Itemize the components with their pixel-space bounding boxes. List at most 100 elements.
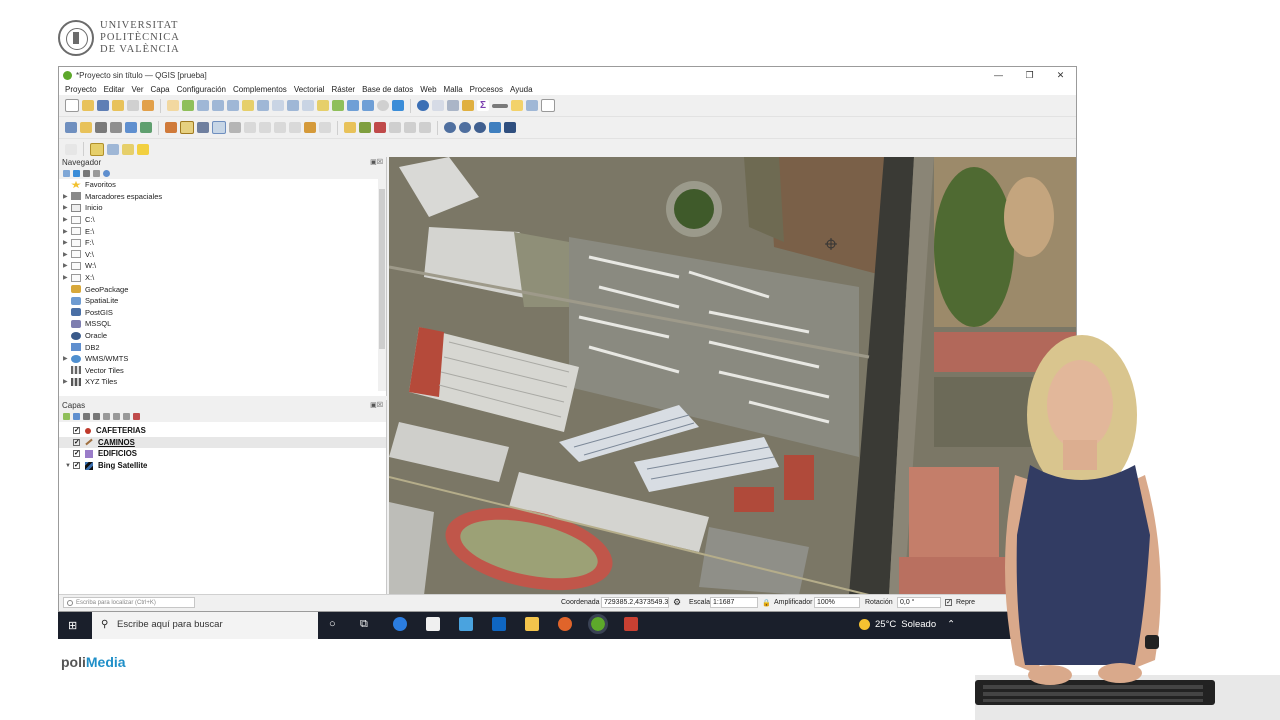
expand-arrow-icon[interactable]: ▶	[63, 262, 71, 269]
zoom-in-icon[interactable]	[197, 100, 209, 111]
select-by-value-icon[interactable]	[107, 143, 119, 155]
collapse-all-icon[interactable]	[123, 413, 130, 420]
layer-bing-satellite[interactable]: ▼ ✓ Bing Satellite	[59, 460, 386, 472]
navigator-item[interactable]: ▶ Marcadores espaciales	[59, 191, 386, 203]
navigator-item[interactable]: SpatiaLite	[59, 295, 386, 307]
digitize-with-segment-icon[interactable]	[212, 121, 226, 134]
menu-malla[interactable]: Malla	[444, 85, 463, 94]
expand-arrow-icon[interactable]: ▼	[65, 463, 73, 469]
layer-caminos[interactable]: ✓ CAMINOS	[59, 436, 386, 449]
expand-arrow-icon[interactable]: ▶	[63, 274, 71, 281]
paste-features-icon[interactable]	[289, 122, 301, 133]
pin-labels-icon[interactable]	[359, 122, 371, 133]
temporal-controller-icon[interactable]	[377, 100, 389, 111]
show-hide-labels-icon[interactable]	[374, 122, 386, 133]
microsoft-store-icon[interactable]	[426, 617, 440, 631]
expand-arrow-icon[interactable]: ▶	[63, 216, 71, 223]
menu-ver[interactable]: Ver	[131, 85, 143, 94]
scale-field[interactable]: 1:1687	[710, 597, 758, 608]
collapse-all-icon[interactable]	[93, 170, 100, 177]
zoom-out-icon[interactable]	[212, 100, 224, 111]
navigator-item[interactable]: ▶ E:\	[59, 225, 386, 237]
navigator-item[interactable]: ▶ V:\	[59, 249, 386, 261]
data-source-manager-icon[interactable]	[65, 122, 77, 133]
menu-capa[interactable]: Capa	[151, 85, 170, 94]
attribute-table-icon[interactable]	[432, 100, 444, 111]
minimize-button[interactable]: —	[983, 70, 1014, 81]
navigator-item[interactable]: DB2	[59, 341, 386, 353]
new-print-layout-icon[interactable]	[112, 100, 124, 111]
menu-base-de-datos[interactable]: Base de datos	[362, 85, 413, 94]
add-vector-layer-icon[interactable]	[95, 122, 107, 133]
new-3d-view-icon[interactable]	[332, 100, 344, 111]
powerpoint-icon[interactable]	[624, 617, 638, 631]
zoom-full-icon[interactable]	[227, 100, 239, 111]
navigator-scrollbar[interactable]	[378, 179, 386, 391]
style-manager-icon[interactable]	[142, 100, 154, 111]
globe-icon[interactable]	[444, 122, 456, 133]
cloud-app-icon[interactable]	[459, 617, 473, 631]
layer-visibility-checkbox[interactable]: ✓	[73, 450, 80, 458]
new-map-view-icon[interactable]	[317, 100, 329, 111]
expand-arrow-icon[interactable]: ▶	[63, 193, 71, 200]
new-project-icon[interactable]	[65, 99, 79, 112]
layout-manager-icon[interactable]	[127, 100, 139, 111]
navigator-item[interactable]: ▶ Inicio	[59, 202, 386, 214]
redo-icon[interactable]	[319, 122, 331, 133]
layer-visibility-checkbox[interactable]: ✓	[73, 462, 80, 470]
python-console-icon[interactable]	[489, 122, 501, 133]
new-layer-icon[interactable]	[80, 122, 92, 133]
navigator-item[interactable]: PostGIS	[59, 307, 386, 319]
navigator-item[interactable]: MSSQL	[59, 318, 386, 330]
menu-procesos[interactable]: Procesos	[470, 85, 503, 94]
label-tool-icon[interactable]	[344, 122, 356, 133]
select-all-icon[interactable]	[137, 143, 149, 155]
taskbar-search-box[interactable]: ⚲ Escribe aquí para buscar	[92, 612, 318, 639]
navigator-item[interactable]: Vector Tiles	[59, 365, 386, 377]
menu-proyecto[interactable]: Proyecto	[65, 85, 97, 94]
menu-web[interactable]: Web	[420, 85, 436, 94]
expand-arrow-icon[interactable]: ▶	[63, 239, 71, 246]
refresh-icon[interactable]	[392, 100, 404, 111]
text-annotation-icon[interactable]	[541, 99, 555, 112]
copy-features-icon[interactable]	[274, 122, 286, 133]
menu-vectorial[interactable]: Vectorial	[294, 85, 325, 94]
deselect-icon[interactable]	[122, 143, 134, 155]
rotation-field[interactable]: 0,0 °	[897, 597, 941, 608]
panel-float-close-icon[interactable]: ▣☒	[370, 157, 383, 168]
undo-icon[interactable]	[304, 122, 316, 133]
filter-legend-icon[interactable]	[93, 413, 100, 420]
extents-toggle-icon[interactable]: ⚙	[673, 597, 681, 608]
navigator-item[interactable]: ▶ W:\	[59, 260, 386, 272]
expand-arrow-icon[interactable]: ▶	[63, 228, 71, 235]
close-button[interactable]: ✕	[1045, 70, 1076, 81]
render-checkbox[interactable]: ✓	[945, 599, 952, 606]
navigator-item[interactable]: ▶ C:\	[59, 214, 386, 226]
zoom-native-icon[interactable]	[272, 100, 284, 111]
processing-toolbox-icon[interactable]	[462, 100, 474, 111]
add-group-icon[interactable]	[73, 413, 80, 420]
locator-search-input[interactable]: Escriba para localizar (Ctrl+K)	[63, 597, 195, 608]
plugin-icon[interactable]	[504, 122, 516, 133]
file-explorer-icon[interactable]	[525, 617, 539, 631]
map-canvas[interactable]	[389, 157, 1076, 595]
pan-to-selection-icon[interactable]	[182, 100, 194, 111]
menu-editar[interactable]: Editar	[104, 85, 125, 94]
expand-arrow-icon[interactable]: ▶	[63, 378, 71, 385]
vertex-tool-icon[interactable]	[229, 122, 241, 133]
open-layer-styling-icon[interactable]	[63, 413, 70, 420]
field-calculator-icon[interactable]	[447, 100, 459, 111]
window-titlebar[interactable]: *Proyecto sin título — QGIS [prueba] — ❐…	[59, 67, 1076, 83]
info-icon[interactable]	[103, 170, 110, 177]
show-bookmarks-icon[interactable]	[362, 100, 374, 111]
qgis-taskbar-icon[interactable]	[588, 614, 608, 634]
navigator-item[interactable]: ▶ F:\	[59, 237, 386, 249]
expand-arrow-icon[interactable]: ▶	[63, 355, 71, 362]
toggle-editing-pencil-icon[interactable]	[180, 121, 194, 134]
windows-start-icon[interactable]: ⊞	[68, 619, 77, 632]
current-edits-icon[interactable]	[165, 122, 177, 133]
coordinate-field[interactable]: 729385.2,4373549.3	[601, 597, 669, 608]
panel-float-close-icon[interactable]: ▣☒	[370, 400, 383, 411]
task-view-icon[interactable]: ⧉	[360, 618, 368, 631]
zoom-next-icon[interactable]	[302, 100, 314, 111]
